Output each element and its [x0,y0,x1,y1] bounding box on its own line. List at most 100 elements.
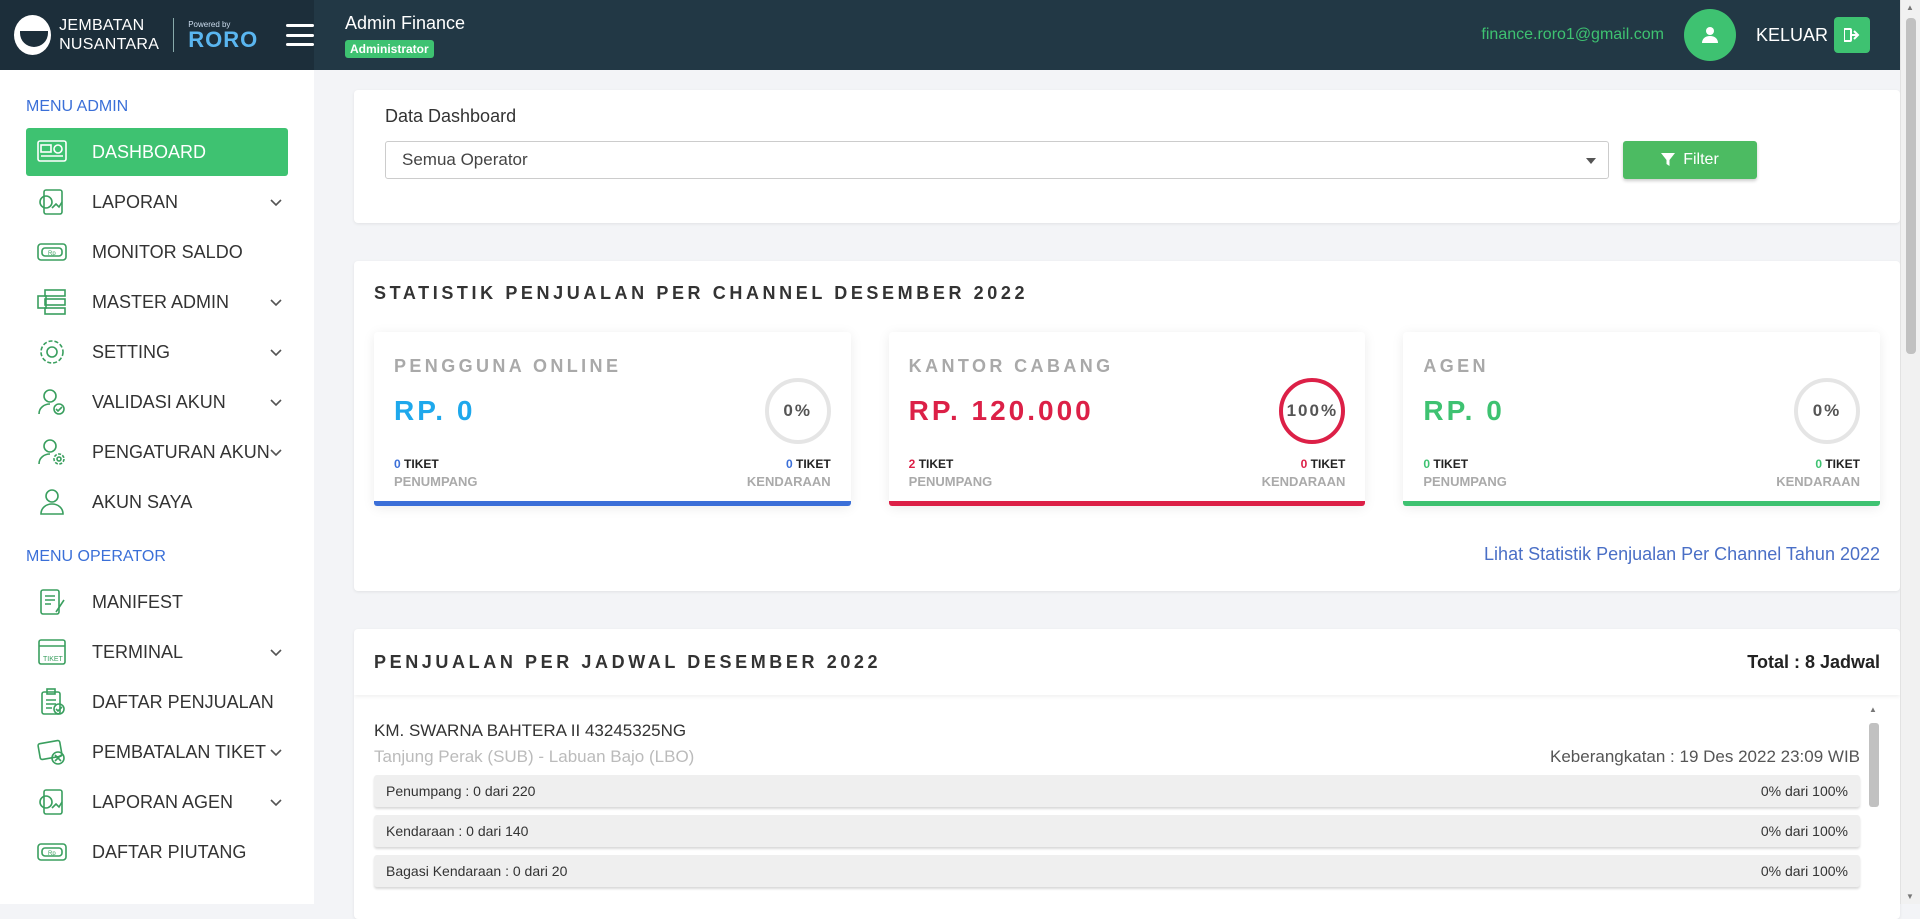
scroll-thumb[interactable] [1906,18,1916,354]
server-icon [36,287,68,317]
sidebar-item-akun-saya[interactable]: AKUN SAYA [26,478,288,526]
chevron-down-icon [270,649,282,657]
capacity-label: Kendaraan : 0 dari 140 [386,823,529,839]
vehicle-ticket-label: TIKET [796,457,831,471]
capacity-label: Penumpang : 0 dari 220 [386,783,536,799]
channel-percent-ring: 100% [1279,378,1346,444]
powered-by: Powered by RORO [188,20,258,51]
channel-color-bar [374,501,851,506]
passenger-label: PENUMPANG [1423,474,1507,489]
capacity-percent: 0% dari 100% [1760,863,1848,879]
filter-title: Data Dashboard [385,106,517,126]
menu-operator-title: MENU OPERATOR [26,548,166,565]
top-right-area: finance.roro1@gmail.com KELUAR [1481,9,1870,61]
vehicle-ticket-count: 0 [1815,457,1822,471]
user-icon [36,487,68,517]
hamburger-menu-icon[interactable] [286,24,314,46]
brand-line2: NUSANTARA [59,36,160,53]
ticket-icon: TIKET [36,637,68,667]
user-check-icon [36,387,68,417]
channel-stat-card: KANTOR CABANG RP. 120.000 100% 2 TIKET PENUM… [888,332,1366,506]
passenger-ticket-count: 2 [908,457,916,471]
sidebar-item-monitor-saldo[interactable]: Rp MONITOR SALDO [26,228,288,276]
brand[interactable]: JEMBATAN NUSANTARA Powered by RORO [0,0,314,70]
avatar[interactable] [1683,9,1736,61]
user-info: Admin Finance Administrator [345,13,465,58]
passenger-ticket-label: TIKET [404,457,439,471]
money-icon: Rp [36,237,68,267]
menu-admin-title: MENU ADMIN [26,98,129,115]
sidebar-item-pengaturan-akun[interactable]: PENGATURAN AKUN [26,428,288,476]
channel-name: AGEN [1423,356,1489,376]
sidebar-item-daftar-penjualan[interactable]: DAFTAR PENJUALAN [26,678,288,726]
report-icon [36,187,68,217]
sidebar: MENU ADMIN DASHBOARD LAPORAN Rp MONITOR SAL… [0,70,314,904]
sidebar-item-terminal[interactable]: TIKET TERMINAL [26,628,288,676]
sidebar-item-laporan[interactable]: LAPORAN [26,178,288,226]
clipboard-check-icon [36,687,68,717]
sidebar-item-label: AKUN SAYA [92,491,193,512]
sales-stats-title: STATISTIK PENJUALAN PER CHANNEL DESEMBER… [374,283,1029,303]
product-logo: RORO [188,26,259,52]
channel-name: KANTOR CABANG [908,356,1114,376]
vehicle-label: KENDARAAN [1776,474,1861,489]
stats-row: PENGGUNA ONLINE RP. 0 0% 0 TIKET PENUMPANG 0 … [374,332,1881,506]
top-bar: JEMBATAN NUSANTARA Powered by RORO Admin… [0,0,1900,70]
vehicle-ticket-label: TIKET [1310,457,1346,471]
main-content: Data Dashboard Semua Operator Filter STA… [314,70,1900,919]
sidebar-item-laporan-agen[interactable]: LAPORAN AGEN [26,778,288,826]
vehicle-ticket-label: TIKET [1825,457,1861,471]
money-icon: Rp [36,837,68,867]
logout-label: KELUAR [1755,24,1828,45]
sidebar-item-dashboard[interactable]: DASHBOARD [26,128,288,176]
channel-name: PENGGUNA ONLINE [394,356,622,376]
chevron-down-icon [270,349,282,357]
operator-select[interactable]: Semua Operator [385,141,1609,179]
departure-time: Keberangkatan : 19 Des 2022 23:09 WIB [1550,747,1860,766]
schedule-title: PENJUALAN PER JADWAL DESEMBER 2022 [374,651,882,672]
sidebar-item-label: MASTER ADMIN [92,291,230,312]
ship-logo-icon [14,15,52,55]
schedule-scrollbar[interactable]: ▲ [1866,705,1882,919]
passenger-ticket-count: 0 [394,457,401,471]
passenger-ticket-label: TIKET [918,457,954,471]
svg-text:Rp: Rp [48,851,56,857]
manifest-icon [36,587,68,617]
schedule-card: PENJUALAN PER JADWAL DESEMBER 2022 Total… [354,629,1900,919]
dashboard-icon [36,137,68,167]
filter-button[interactable]: Filter [1623,141,1757,179]
sidebar-item-setting[interactable]: SETTING [26,328,288,376]
logout-button[interactable]: KELUAR [1756,17,1870,53]
sidebar-item-label: SETTING [92,341,171,362]
sidebar-item-label: LAPORAN AGEN [92,791,234,812]
sidebar-item-validasi-akun[interactable]: VALIDASI AKUN [26,378,288,426]
chevron-down-icon [270,199,282,207]
yearly-stats-link[interactable]: Lihat Statistik Penjualan Per Channel Ta… [374,544,1880,565]
passenger-ticket-count: 0 [1423,457,1431,471]
channel-percent-ring: 0% [1794,378,1861,444]
channel-color-bar [888,501,1366,506]
vehicle-label: KENDARAAN [746,474,831,489]
sidebar-item-pembatalan-tiket[interactable]: PEMBATALAN TIKET [26,728,288,776]
channel-color-bar [1403,501,1881,506]
passenger-label: PENUMPANG [394,474,478,489]
svg-text:Rp: Rp [48,251,56,257]
ship-name: KM. SWARNA BAHTERA II 43245325NG [374,721,687,740]
scroll-up-icon[interactable]: ▲ [1906,3,1914,12]
sidebar-item-manifest[interactable]: MANIFEST [26,578,288,626]
sidebar-item-master-admin[interactable]: MASTER ADMIN [26,278,288,326]
role-badge: Administrator [345,39,434,58]
scroll-down-icon[interactable]: ▼ [1906,892,1914,901]
channel-stat-card: PENGGUNA ONLINE RP. 0 0% 0 TIKET PENUMPANG 0 … [374,332,851,506]
sales-stats-card: STATISTIK PENJUALAN PER CHANNEL DESEMBER… [354,261,1900,591]
vehicle-label: KENDARAAN [1261,474,1346,489]
user-name: Admin Finance [345,12,466,33]
sidebar-item-label: MONITOR SALDO [92,241,243,262]
capacity-row: Bagasi Kendaraan : 0 dari 20 0% dari 100% [374,855,1860,887]
report-icon [36,787,68,817]
capacity-row: Kendaraan : 0 dari 140 0% dari 100% [374,815,1860,847]
sidebar-item-label: DAFTAR PIUTANG [92,841,247,862]
page-scrollbar[interactable]: ▲ ▼ [1900,0,1920,904]
schedule-total: Total : 8 Jadwal [1747,651,1880,672]
sidebar-item-daftar-piutang[interactable]: Rp DAFTAR PIUTANG [26,828,288,876]
